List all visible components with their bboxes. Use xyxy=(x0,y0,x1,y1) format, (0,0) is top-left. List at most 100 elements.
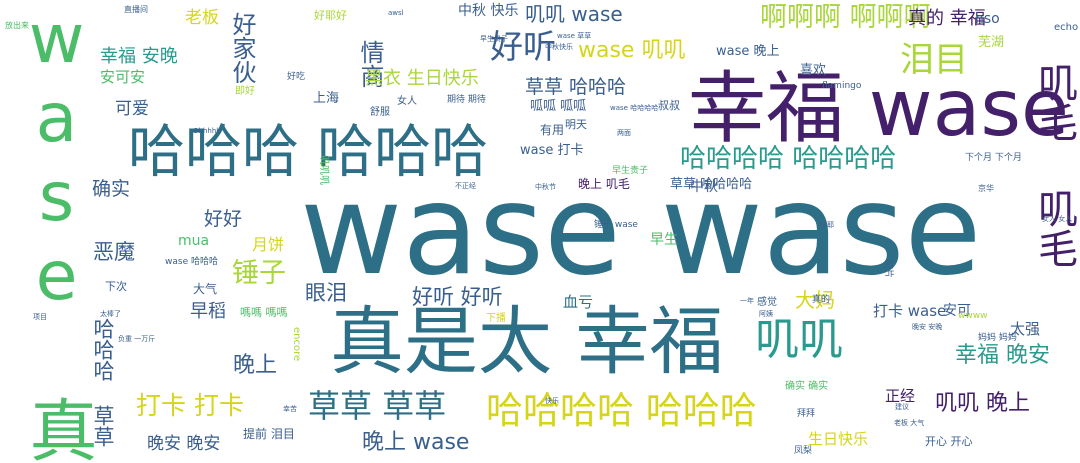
word: 锤子 xyxy=(232,258,286,289)
word: 早稻 xyxy=(190,301,226,322)
word: 芜湖 xyxy=(978,35,1005,50)
word: 即好 xyxy=(235,86,255,97)
word: mua xyxy=(178,233,210,249)
word: 不正经 xyxy=(455,182,476,190)
word: 京华 xyxy=(978,184,994,193)
word: 项目 xyxy=(33,313,47,321)
word: 月饼 xyxy=(252,235,285,254)
word: 叔叔 xyxy=(658,99,680,112)
word: 草草 哈哈哈哈 xyxy=(670,177,753,192)
word: 太棒了 xyxy=(100,310,121,318)
word: 凤梨 xyxy=(794,446,813,456)
word: wase 真是太 xyxy=(17,0,96,463)
word: 放出来 xyxy=(5,21,29,30)
word: 晚安 晚安 xyxy=(147,434,221,454)
word: 妈妈 妈妈 xyxy=(978,333,1017,343)
word: 早生贵子 xyxy=(612,166,649,176)
word: 血亏 xyxy=(563,293,594,311)
word: 幸苦 xyxy=(283,405,297,413)
word: 明天 xyxy=(565,118,587,131)
word: 好听 好听 xyxy=(412,285,503,309)
word: 快乐 xyxy=(545,397,559,405)
word: 提前 泪目 xyxy=(243,427,295,441)
word: 晚上 wase xyxy=(362,430,470,455)
word: 幸福 晚安 xyxy=(955,343,1050,368)
word: 阿姨 xyxy=(759,310,773,318)
word: 恶魔 xyxy=(93,240,135,264)
word: 哈哈哈 哈哈哈 xyxy=(128,119,489,185)
word: 女人 女人 xyxy=(1042,215,1073,223)
word: 草草 草草 xyxy=(308,387,447,425)
word: 锤子 wase xyxy=(594,220,638,230)
word: 叽叽叽 xyxy=(318,155,329,185)
word: wwww xyxy=(958,311,988,321)
word: 上海 xyxy=(313,91,340,106)
word: 开心 开心 xyxy=(925,435,973,448)
word: 嗎嗎 嗎嗎 xyxy=(240,306,288,319)
word: 感觉 xyxy=(757,297,777,308)
word: 安可安 xyxy=(100,68,146,86)
word: 好家伙 xyxy=(228,12,256,84)
word: 打卡 打卡 xyxy=(136,391,244,420)
word: 拜拜 xyxy=(797,409,816,419)
word: 好耶好 xyxy=(314,9,347,22)
word: 哈哈哈哈 哈哈哈 xyxy=(486,389,757,432)
word: echo xyxy=(1054,22,1079,33)
word: 下播 xyxy=(486,313,506,324)
word: 早生 xyxy=(650,232,678,248)
word: 中秋 快乐 xyxy=(458,3,519,19)
word: 生日快乐 xyxy=(808,430,869,448)
word: 打卡 wase xyxy=(873,302,947,320)
word: 呱呱 呱呱 xyxy=(530,99,587,114)
word: 正经 xyxy=(885,387,916,405)
word: 眼泪 xyxy=(305,281,347,305)
word: 喜欢 xyxy=(800,63,827,78)
word: wase 哈哈哈哈 xyxy=(610,104,659,112)
word: awsl xyxy=(388,9,404,17)
word: 可爱 xyxy=(115,99,149,119)
word: 晚安 安晚 xyxy=(912,323,943,331)
word: 好耶 xyxy=(820,221,834,229)
word: 草草 哈哈哈 xyxy=(525,76,627,98)
word: wase 草草 xyxy=(557,32,592,40)
word: 好好 xyxy=(204,208,243,230)
word: 舒服 xyxy=(370,107,390,118)
word: 确实 xyxy=(92,178,131,200)
word: 老板 大气 xyxy=(894,419,925,427)
word: 晚上 xyxy=(233,353,278,378)
word: 晚上 叽毛 xyxy=(578,177,630,191)
word: 叽叽 晚上 xyxy=(935,391,1030,416)
word: 期待 期待 xyxy=(447,95,486,105)
word: 中秋快乐 xyxy=(545,43,573,51)
word: 泪目 xyxy=(900,40,968,80)
word: flamingo xyxy=(822,81,862,91)
word: 确实 确实 xyxy=(785,381,829,392)
word: 啊啊啊 啊啊啊 xyxy=(760,2,931,33)
word: 下个月 下个月 xyxy=(965,153,1022,163)
word: 早生贵子 xyxy=(480,35,508,43)
word: 中秋节 xyxy=(535,183,556,191)
word: hso xyxy=(975,11,1000,27)
word: wase wase xyxy=(300,158,982,303)
word: 下次 xyxy=(105,280,127,293)
word: wase 晚上 xyxy=(716,44,780,59)
word: 好吃 xyxy=(287,72,306,82)
word: 幸福 wase xyxy=(688,64,1070,154)
word: 叽叽 wase xyxy=(525,2,623,26)
word: 幸福 安晚 xyxy=(100,46,178,67)
word: 真是太 幸福 xyxy=(330,299,724,385)
word-cloud: wase wase 幸福 wase 真是太 幸福 哈哈哈 哈哈哈 wase 真是… xyxy=(0,0,1080,463)
word: wase 打卡 xyxy=(520,143,584,158)
word: 叽叽 xyxy=(755,314,843,365)
word: 建议 xyxy=(895,403,909,411)
word: 老板 xyxy=(185,8,219,28)
word: 哈哈哈哈 哈哈哈哈 xyxy=(680,144,897,174)
word: wase 哈哈哈 xyxy=(165,257,218,267)
word: 女人 xyxy=(397,96,417,107)
word: 黑衣 生日快乐 xyxy=(365,68,479,89)
word: 大气 xyxy=(193,282,218,296)
word: 两面 xyxy=(617,129,631,137)
word: Ohhhhh xyxy=(193,127,221,135)
word: 切片 xyxy=(883,260,893,279)
word: encore xyxy=(291,327,302,362)
